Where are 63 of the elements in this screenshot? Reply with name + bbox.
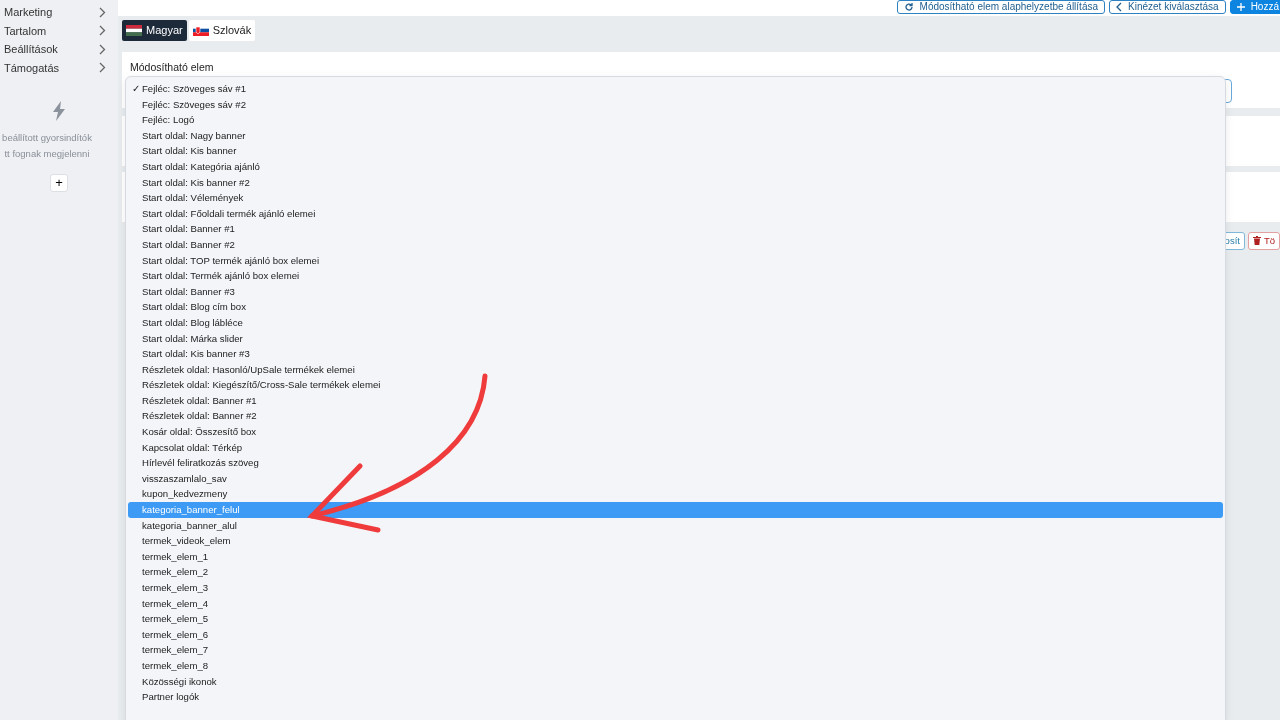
dropdown-option[interactable]: termek_elem_8 [128, 657, 1223, 674]
chevron-icon [99, 62, 106, 74]
toolbar-button[interactable]: Kinézet kiválasztása [1109, 0, 1226, 14]
dropdown-option[interactable]: kupon_kedvezmeny [128, 486, 1223, 503]
dropdown-option[interactable]: Részletek oldal: Hasonló/UpSale termékek elemei [128, 361, 1223, 378]
dropdown-option[interactable]: Start oldal: Blog cím box [128, 299, 1223, 315]
dropdown-option[interactable]: termek_elem_1 [128, 548, 1223, 565]
dropdown-option[interactable]: Start oldal: Vélemények [128, 190, 1223, 206]
sidebar-item[interactable]: Beállítások [0, 40, 118, 59]
dropdown-option[interactable]: Start oldal: TOP termék ajánló box elemei [128, 252, 1223, 269]
dropdown-option[interactable]: Start oldal: Banner #3 [128, 283, 1223, 300]
trash-icon [1252, 236, 1261, 246]
dropdown-option[interactable]: termek_elem_6 [128, 626, 1223, 643]
dropdown-option[interactable]: Részletek oldal: Banner #1 [128, 392, 1223, 409]
dropdown-option[interactable]: termek_videok_elem [128, 533, 1223, 549]
dropdown-option[interactable]: Közösségi ikonok [128, 673, 1223, 690]
chevron-icon [99, 25, 106, 37]
chevron-icon [99, 43, 106, 55]
dropdown-option[interactable]: Start oldal: Termék ajánló box elemei [128, 268, 1223, 284]
empty-message: beállított gyorsindítók [2, 131, 92, 145]
dropdown-option[interactable]: Partner logók [128, 689, 1223, 705]
dropdown-option[interactable]: Start oldal: Blog lábléce [128, 314, 1223, 331]
add-button[interactable]: Hozzá [1229, 0, 1280, 14]
reset-icon [903, 2, 914, 12]
dropdown-option[interactable]: Start oldal: Kis banner #2 [128, 174, 1223, 191]
sidebar-item[interactable]: Tartalom [0, 21, 118, 40]
field-label: Módosítható elem [130, 59, 215, 75]
sidebar-item[interactable]: Támogatás [0, 58, 118, 77]
add-button[interactable]: + [50, 173, 68, 192]
dropdown-option[interactable]: termek_elem_3 [128, 580, 1223, 596]
dropdown-option[interactable]: Részletek oldal: Kiegészítő/Cross-Sale termékek elemei [128, 377, 1223, 393]
plus-icon [1236, 3, 1245, 11]
dropdown-option[interactable]: Hírlevél feliratkozás szöveg [128, 455, 1223, 471]
dropdown-option[interactable]: Start oldal: Főoldali termék ajánló elemei [128, 205, 1223, 222]
dropdown-option[interactable]: kategoria_banner_alul [128, 517, 1223, 534]
empty-message: tt fognak megjelenni [4, 147, 90, 162]
lightning-icon [52, 101, 66, 121]
dropdown-option[interactable]: visszaszamlalo_sav [128, 470, 1223, 487]
dropdown-option[interactable]: Kapcsolat oldal: Térkép [128, 439, 1223, 456]
chevron-icon [99, 6, 106, 18]
dropdown-option[interactable]: Start oldal: Kis banner [128, 143, 1223, 159]
flag-icon [126, 24, 142, 36]
toolbar-button[interactable]: Módosítható elem alaphelyzetbe állítása [896, 0, 1106, 14]
dropdown-option[interactable]: termek_elem_5 [128, 611, 1223, 627]
chevron-icon [1116, 2, 1123, 12]
dropdown-option[interactable]: ✓ Fejléc: Szöveges sáv #1 [128, 81, 1223, 97]
dropdown-option[interactable]: Fejléc: Logó [128, 112, 1223, 128]
check-icon: ✓ [132, 81, 140, 97]
dropdown-option[interactable]: termek_elem_2 [128, 564, 1223, 580]
dropdown-option[interactable]: Start oldal: Nagy banner [128, 127, 1223, 144]
dropdown-option[interactable]: Részletek oldal: Banner #2 [128, 408, 1223, 425]
dropdown-option[interactable]: Fejléc: Szöveges sáv #2 [128, 96, 1223, 113]
sidebar-item[interactable]: Marketing [0, 3, 118, 22]
language-tab[interactable]: Szlovák [188, 20, 256, 41]
delete-button[interactable]: Tö [1247, 231, 1280, 250]
dropdown-option[interactable]: Start oldal: Kategória ajánló [128, 158, 1223, 175]
dropdown-option[interactable]: termek_elem_7 [128, 642, 1223, 658]
flag-icon [192, 24, 209, 36]
dropdown-option[interactable]: Kosár oldal: Összesítő box [128, 424, 1223, 440]
language-tab[interactable]: Magyar [122, 20, 187, 41]
dropdown-option[interactable]: Start oldal: Kis banner #3 [128, 346, 1223, 362]
dropdown-option[interactable]: termek_elem_4 [128, 595, 1223, 612]
dropdown-option[interactable]: Start oldal: Márka slider [128, 330, 1223, 347]
